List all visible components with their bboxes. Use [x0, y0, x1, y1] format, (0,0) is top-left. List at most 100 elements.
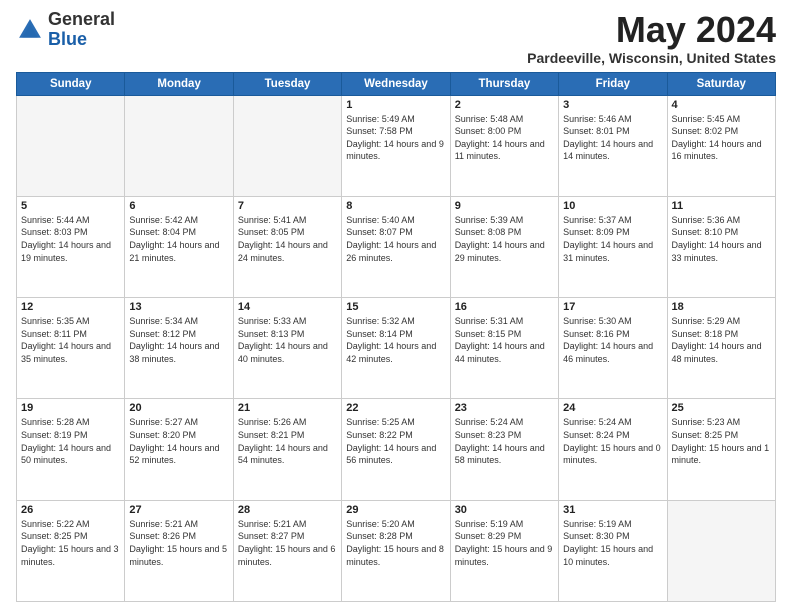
- logo-blue: Blue: [48, 29, 87, 49]
- day-header-wednesday: Wednesday: [342, 72, 450, 95]
- day-number: 27: [129, 504, 228, 516]
- day-info: Sunrise: 5:35 AMSunset: 8:11 PMDaylight:…: [21, 315, 120, 365]
- day-number: 30: [455, 504, 554, 516]
- day-number: 20: [129, 402, 228, 414]
- week-row-3: 12 Sunrise: 5:35 AMSunset: 8:11 PMDayligh…: [17, 298, 776, 399]
- day-info: Sunrise: 5:36 AMSunset: 8:10 PMDaylight:…: [672, 214, 771, 264]
- day-number: 5: [21, 200, 120, 212]
- calendar-cell: 29 Sunrise: 5:20 AMSunset: 8:28 PMDayligh…: [342, 500, 450, 601]
- calendar-cell: 1 Sunrise: 5:49 AMSunset: 7:58 PMDaylight…: [342, 95, 450, 196]
- day-number: 10: [563, 200, 662, 212]
- day-number: 17: [563, 301, 662, 313]
- header: General Blue May 2024 Pardeeville, Wisco…: [16, 10, 776, 66]
- day-number: 13: [129, 301, 228, 313]
- day-info: Sunrise: 5:27 AMSunset: 8:20 PMDaylight:…: [129, 416, 228, 466]
- calendar-cell: [233, 95, 341, 196]
- day-number: 31: [563, 504, 662, 516]
- calendar-cell: 8 Sunrise: 5:40 AMSunset: 8:07 PMDaylight…: [342, 196, 450, 297]
- logo-text: General Blue: [48, 10, 115, 50]
- calendar-cell: 19 Sunrise: 5:28 AMSunset: 8:19 PMDayligh…: [17, 399, 125, 500]
- day-number: 1: [346, 99, 445, 111]
- calendar-cell: 2Sunrise: 5:48 AMSunset: 8:00 PMDaylight…: [450, 95, 558, 196]
- day-number: 28: [238, 504, 337, 516]
- day-number: 16: [455, 301, 554, 313]
- calendar-cell: 30 Sunrise: 5:19 AMSunset: 8:29 PMDayligh…: [450, 500, 558, 601]
- calendar-cell: 5 Sunrise: 5:44 AMSunset: 8:03 PMDaylight…: [17, 196, 125, 297]
- page: General Blue May 2024 Pardeeville, Wisco…: [0, 0, 792, 612]
- day-header-tuesday: Tuesday: [233, 72, 341, 95]
- calendar-cell: 22Sunrise: 5:25 AMSunset: 8:22 PMDayligh…: [342, 399, 450, 500]
- day-info: Sunrise: 5:19 AMSunset: 8:29 PMDaylight:…: [455, 518, 554, 568]
- day-number: 8: [346, 200, 445, 212]
- day-number: 26: [21, 504, 120, 516]
- day-header-saturday: Saturday: [667, 72, 775, 95]
- day-info: Sunrise: 5:22 AMSunset: 8:25 PMDaylight:…: [21, 518, 120, 568]
- day-info: Sunrise: 5:30 AMSunset: 8:16 PMDaylight:…: [563, 315, 662, 365]
- logo-icon: [16, 16, 44, 44]
- day-number: 25: [672, 402, 771, 414]
- day-number: 21: [238, 402, 337, 414]
- calendar-cell: 25 Sunrise: 5:23 AMSunset: 8:25 PMDayligh…: [667, 399, 775, 500]
- calendar-cell: 4 Sunrise: 5:45 AMSunset: 8:02 PMDaylight…: [667, 95, 775, 196]
- day-number: 12: [21, 301, 120, 313]
- day-info: Sunrise: 5:26 AMSunset: 8:21 PMDaylight:…: [238, 416, 337, 466]
- day-info: Sunrise: 5:42 AMSunset: 8:04 PMDaylight:…: [129, 214, 228, 264]
- day-number: 15: [346, 301, 445, 313]
- day-info: Sunrise: 5:24 AMSunset: 8:23 PMDaylight:…: [455, 416, 554, 466]
- day-info: Sunrise: 5:41 AMSunset: 8:05 PMDaylight:…: [238, 214, 337, 264]
- day-info: Sunrise: 5:20 AMSunset: 8:28 PMDaylight:…: [346, 518, 445, 568]
- logo: General Blue: [16, 10, 115, 50]
- day-number: 29: [346, 504, 445, 516]
- calendar-cell: 7Sunrise: 5:41 AMSunset: 8:05 PMDaylight…: [233, 196, 341, 297]
- calendar-cell: 15 Sunrise: 5:32 AMSunset: 8:14 PMDayligh…: [342, 298, 450, 399]
- day-number: 11: [672, 200, 771, 212]
- calendar-cell: 6 Sunrise: 5:42 AMSunset: 8:04 PMDaylight…: [125, 196, 233, 297]
- day-info: Sunrise: 5:39 AMSunset: 8:08 PMDaylight:…: [455, 214, 554, 264]
- month-year: May 2024: [527, 10, 776, 50]
- title-block: May 2024 Pardeeville, Wisconsin, United …: [527, 10, 776, 66]
- header-row: SundayMondayTuesdayWednesdayThursdayFrid…: [17, 72, 776, 95]
- calendar-cell: 16 Sunrise: 5:31 AMSunset: 8:15 PMDayligh…: [450, 298, 558, 399]
- day-info: Sunrise: 5:45 AMSunset: 8:02 PMDaylight:…: [672, 113, 771, 163]
- day-info: Sunrise: 5:19 AMSunset: 8:30 PMDaylight:…: [563, 518, 662, 568]
- week-row-4: 19 Sunrise: 5:28 AMSunset: 8:19 PMDayligh…: [17, 399, 776, 500]
- calendar-cell: 20 Sunrise: 5:27 AMSunset: 8:20 PMDayligh…: [125, 399, 233, 500]
- day-info: Sunrise: 5:21 AMSunset: 8:27 PMDaylight:…: [238, 518, 337, 568]
- day-info: Sunrise: 5:24 AMSunset: 8:24 PMDaylight:…: [563, 416, 662, 466]
- calendar-cell: 31 Sunrise: 5:19 AMSunset: 8:30 PMDayligh…: [559, 500, 667, 601]
- day-number: 23: [455, 402, 554, 414]
- day-number: 9: [455, 200, 554, 212]
- calendar-cell: 10 Sunrise: 5:37 AMSunset: 8:09 PMDayligh…: [559, 196, 667, 297]
- day-info: Sunrise: 5:32 AMSunset: 8:14 PMDaylight:…: [346, 315, 445, 365]
- day-number: 3: [563, 99, 662, 111]
- calendar-cell: 11 Sunrise: 5:36 AMSunset: 8:10 PMDayligh…: [667, 196, 775, 297]
- day-info: Sunrise: 5:31 AMSunset: 8:15 PMDaylight:…: [455, 315, 554, 365]
- day-number: 4: [672, 99, 771, 111]
- day-info: Sunrise: 5:48 AMSunset: 8:00 PMDaylight:…: [455, 113, 554, 163]
- day-header-friday: Friday: [559, 72, 667, 95]
- day-number: 18: [672, 301, 771, 313]
- day-info: Sunrise: 5:33 AMSunset: 8:13 PMDaylight:…: [238, 315, 337, 365]
- calendar-cell: 12 Sunrise: 5:35 AMSunset: 8:11 PMDayligh…: [17, 298, 125, 399]
- calendar-cell: [17, 95, 125, 196]
- day-info: Sunrise: 5:23 AMSunset: 8:25 PMDaylight:…: [672, 416, 771, 466]
- calendar-cell: 24 Sunrise: 5:24 AMSunset: 8:24 PMDayligh…: [559, 399, 667, 500]
- day-info: Sunrise: 5:49 AMSunset: 7:58 PMDaylight:…: [346, 113, 445, 163]
- calendar-cell: 13Sunrise: 5:34 AMSunset: 8:12 PMDayligh…: [125, 298, 233, 399]
- day-number: 24: [563, 402, 662, 414]
- day-info: Sunrise: 5:40 AMSunset: 8:07 PMDaylight:…: [346, 214, 445, 264]
- day-info: Sunrise: 5:29 AMSunset: 8:18 PMDaylight:…: [672, 315, 771, 365]
- day-number: 19: [21, 402, 120, 414]
- day-number: 14: [238, 301, 337, 313]
- day-info: Sunrise: 5:46 AMSunset: 8:01 PMDaylight:…: [563, 113, 662, 163]
- day-info: Sunrise: 5:28 AMSunset: 8:19 PMDaylight:…: [21, 416, 120, 466]
- day-header-sunday: Sunday: [17, 72, 125, 95]
- calendar-cell: [125, 95, 233, 196]
- day-number: 6: [129, 200, 228, 212]
- day-header-thursday: Thursday: [450, 72, 558, 95]
- day-info: Sunrise: 5:37 AMSunset: 8:09 PMDaylight:…: [563, 214, 662, 264]
- day-info: Sunrise: 5:44 AMSunset: 8:03 PMDaylight:…: [21, 214, 120, 264]
- day-header-monday: Monday: [125, 72, 233, 95]
- calendar-cell: 26 Sunrise: 5:22 AMSunset: 8:25 PMDayligh…: [17, 500, 125, 601]
- calendar-cell: 28 Sunrise: 5:21 AMSunset: 8:27 PMDayligh…: [233, 500, 341, 601]
